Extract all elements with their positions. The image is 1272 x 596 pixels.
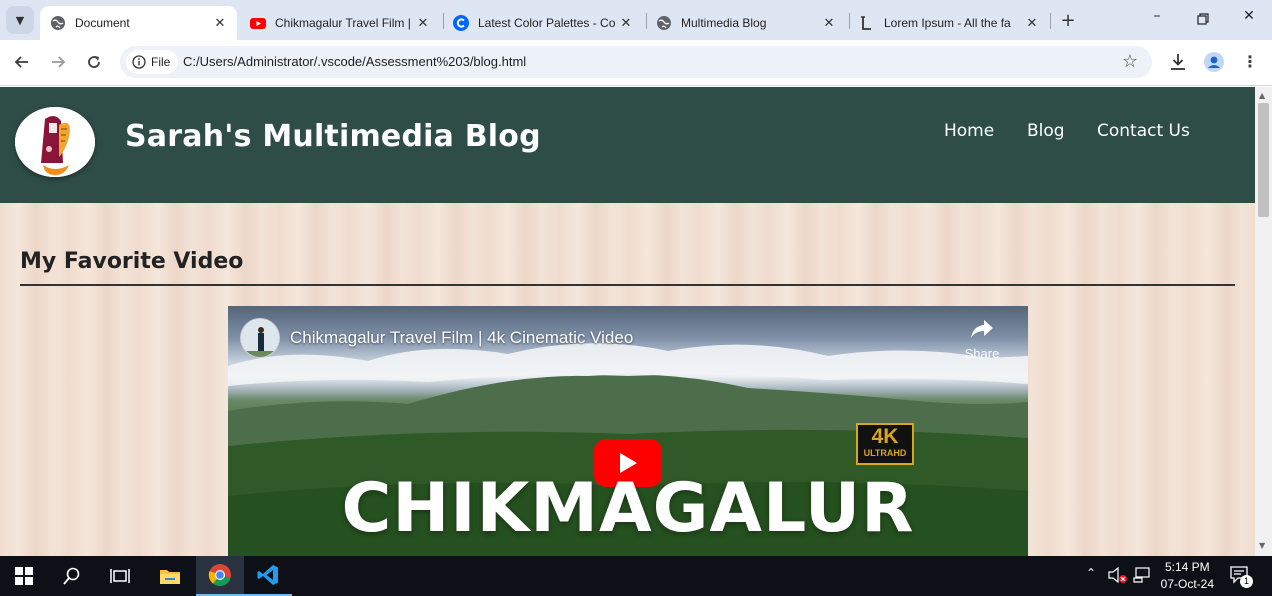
kebab-menu-icon: ⋮ <box>1242 52 1258 71</box>
web-page: Sarah's Multimedia Blog Home Blog Contac… <box>0 87 1255 556</box>
globe-icon <box>657 16 671 30</box>
forward-arrow-icon <box>52 56 66 68</box>
windows-logo-icon <box>15 567 33 585</box>
tab-lorem-ipsum[interactable]: Lorem Ipsum - All the fa ✕ <box>849 6 1049 40</box>
site-logo[interactable] <box>15 107 95 177</box>
chevron-up-icon: ⌃ <box>1086 566 1097 580</box>
chevron-down-icon: ▼ <box>15 13 25 27</box>
channel-avatar[interactable] <box>240 318 280 358</box>
task-view-icon <box>110 569 130 583</box>
clock-time: 5:14 PM <box>1164 560 1210 574</box>
tab-title: Document <box>75 16 130 30</box>
back-button[interactable] <box>10 50 34 74</box>
info-icon <box>132 55 146 69</box>
downloads-button[interactable] <box>1166 50 1190 74</box>
restore-button[interactable] <box>1180 8 1226 32</box>
new-tab-button[interactable]: + <box>1058 10 1078 31</box>
tab-title: Latest Color Palettes - Co <box>478 16 616 30</box>
nav-link-home[interactable]: Home <box>944 121 994 141</box>
address-bar[interactable]: File C:/Users/Administrator/.vscode/Asse… <box>120 46 1152 78</box>
share-button[interactable]: Share <box>960 318 1004 361</box>
forward-button[interactable] <box>46 50 70 74</box>
task-view-button[interactable] <box>96 556 144 596</box>
clock-date: 07-Oct-24 <box>1160 577 1214 591</box>
taskbar-search-button[interactable] <box>48 556 96 596</box>
close-icon[interactable]: ✕ <box>414 16 432 31</box>
close-icon[interactable]: ✕ <box>617 16 635 31</box>
speaker-muted-icon <box>1108 566 1127 584</box>
close-window-button[interactable]: ✕ <box>1226 8 1272 32</box>
tab-divider <box>1050 13 1051 29</box>
minimize-button[interactable]: – <box>1134 8 1180 32</box>
page-scrollbar[interactable]: ▲ ▼ <box>1255 87 1272 556</box>
start-button[interactable] <box>0 556 48 596</box>
person-icon <box>241 319 279 357</box>
close-icon[interactable]: ✕ <box>820 16 838 31</box>
browser-toolbar: File C:/Users/Administrator/.vscode/Asse… <box>0 40 1272 86</box>
system-clock[interactable]: 5:14 PM 07-Oct-24 <box>1161 559 1214 593</box>
scroll-down-arrow[interactable]: ▼ <box>1259 541 1265 550</box>
restore-icon <box>1197 13 1209 25</box>
embedded-video-player[interactable]: Chikmagalur Travel Film | 4k Cinematic V… <box>228 306 1028 556</box>
chrome-taskbar-button[interactable] <box>196 556 244 596</box>
site-title: Sarah's Multimedia Blog <box>125 119 541 154</box>
tab-title: Multimedia Blog <box>681 16 767 30</box>
notification-count-badge: 1 <box>1240 575 1253 588</box>
reload-icon <box>88 56 100 68</box>
scroll-up-arrow[interactable]: ▲ <box>1259 91 1265 100</box>
tab-title: Chikmagalur Travel Film | 4k <box>275 16 414 30</box>
tab-coolors[interactable]: Latest Color Palettes - Co ✕ <box>443 6 643 40</box>
download-icon <box>1171 54 1185 70</box>
section-heading: My Favorite Video <box>20 249 244 274</box>
logo-image <box>15 107 95 177</box>
video-title[interactable]: Chikmagalur Travel Film | 4k Cinematic V… <box>290 328 633 348</box>
reload-button[interactable] <box>82 50 106 74</box>
tab-multimedia-blog[interactable]: Multimedia Blog ✕ <box>646 6 846 40</box>
tab-youtube[interactable]: Chikmagalur Travel Film | 4k ✕ <box>240 6 440 40</box>
uhd-badge: 4K ULTRAHD <box>857 426 913 459</box>
heading-divider <box>20 284 1235 286</box>
folder-icon <box>160 570 180 584</box>
browser-tab-strip: ▼ Document ✕ Chikmagalur Travel Film | 4… <box>0 0 1272 40</box>
show-hidden-icons-button[interactable]: ⌃ <box>1086 566 1096 580</box>
bookmark-star-icon[interactable]: ☆ <box>1122 51 1138 72</box>
profile-button[interactable] <box>1202 50 1226 74</box>
network-button[interactable] <box>1133 566 1151 588</box>
share-icon <box>971 320 993 338</box>
close-icon[interactable]: ✕ <box>211 16 229 31</box>
url-text[interactable]: C:/Users/Administrator/.vscode/Assessmen… <box>183 54 526 69</box>
site-header: Sarah's Multimedia Blog Home Blog Contac… <box>0 87 1255 203</box>
vscode-taskbar-button[interactable] <box>244 556 292 596</box>
nav-link-blog[interactable]: Blog <box>1027 121 1065 141</box>
share-label: Share <box>964 346 1000 361</box>
file-label: File <box>151 55 171 69</box>
volume-button[interactable] <box>1108 566 1128 588</box>
network-icon <box>1133 567 1150 583</box>
lipsum-icon <box>861 16 871 30</box>
badge-4k: 4K <box>871 425 899 448</box>
youtube-icon <box>250 18 266 29</box>
notification-center-button[interactable]: 1 <box>1230 566 1254 588</box>
coolors-icon <box>453 15 469 31</box>
file-explorer-button[interactable] <box>146 556 194 596</box>
scrollbar-thumb[interactable] <box>1258 103 1269 217</box>
windows-taskbar: ⌃ 5:14 PM 07-Oct-24 1 <box>0 556 1272 596</box>
search-icon <box>63 567 80 585</box>
tab-document[interactable]: Document ✕ <box>40 6 237 40</box>
site-info-chip[interactable]: File <box>126 50 179 74</box>
back-arrow-icon <box>14 56 28 68</box>
close-icon[interactable]: ✕ <box>1023 16 1041 31</box>
video-overlay-text: CHIKMAGALUR <box>341 469 915 548</box>
vscode-icon <box>257 565 278 585</box>
chrome-icon <box>208 564 231 586</box>
menu-button[interactable]: ⋮ <box>1238 50 1262 74</box>
globe-icon <box>51 16 65 30</box>
avatar-icon <box>1204 52 1224 72</box>
tab-search-button[interactable]: ▼ <box>6 6 34 34</box>
tab-title: Lorem Ipsum - All the fa <box>884 16 1011 30</box>
badge-ultrahd: ULTRAHD <box>863 448 907 458</box>
nav-link-contact[interactable]: Contact Us <box>1097 121 1190 141</box>
